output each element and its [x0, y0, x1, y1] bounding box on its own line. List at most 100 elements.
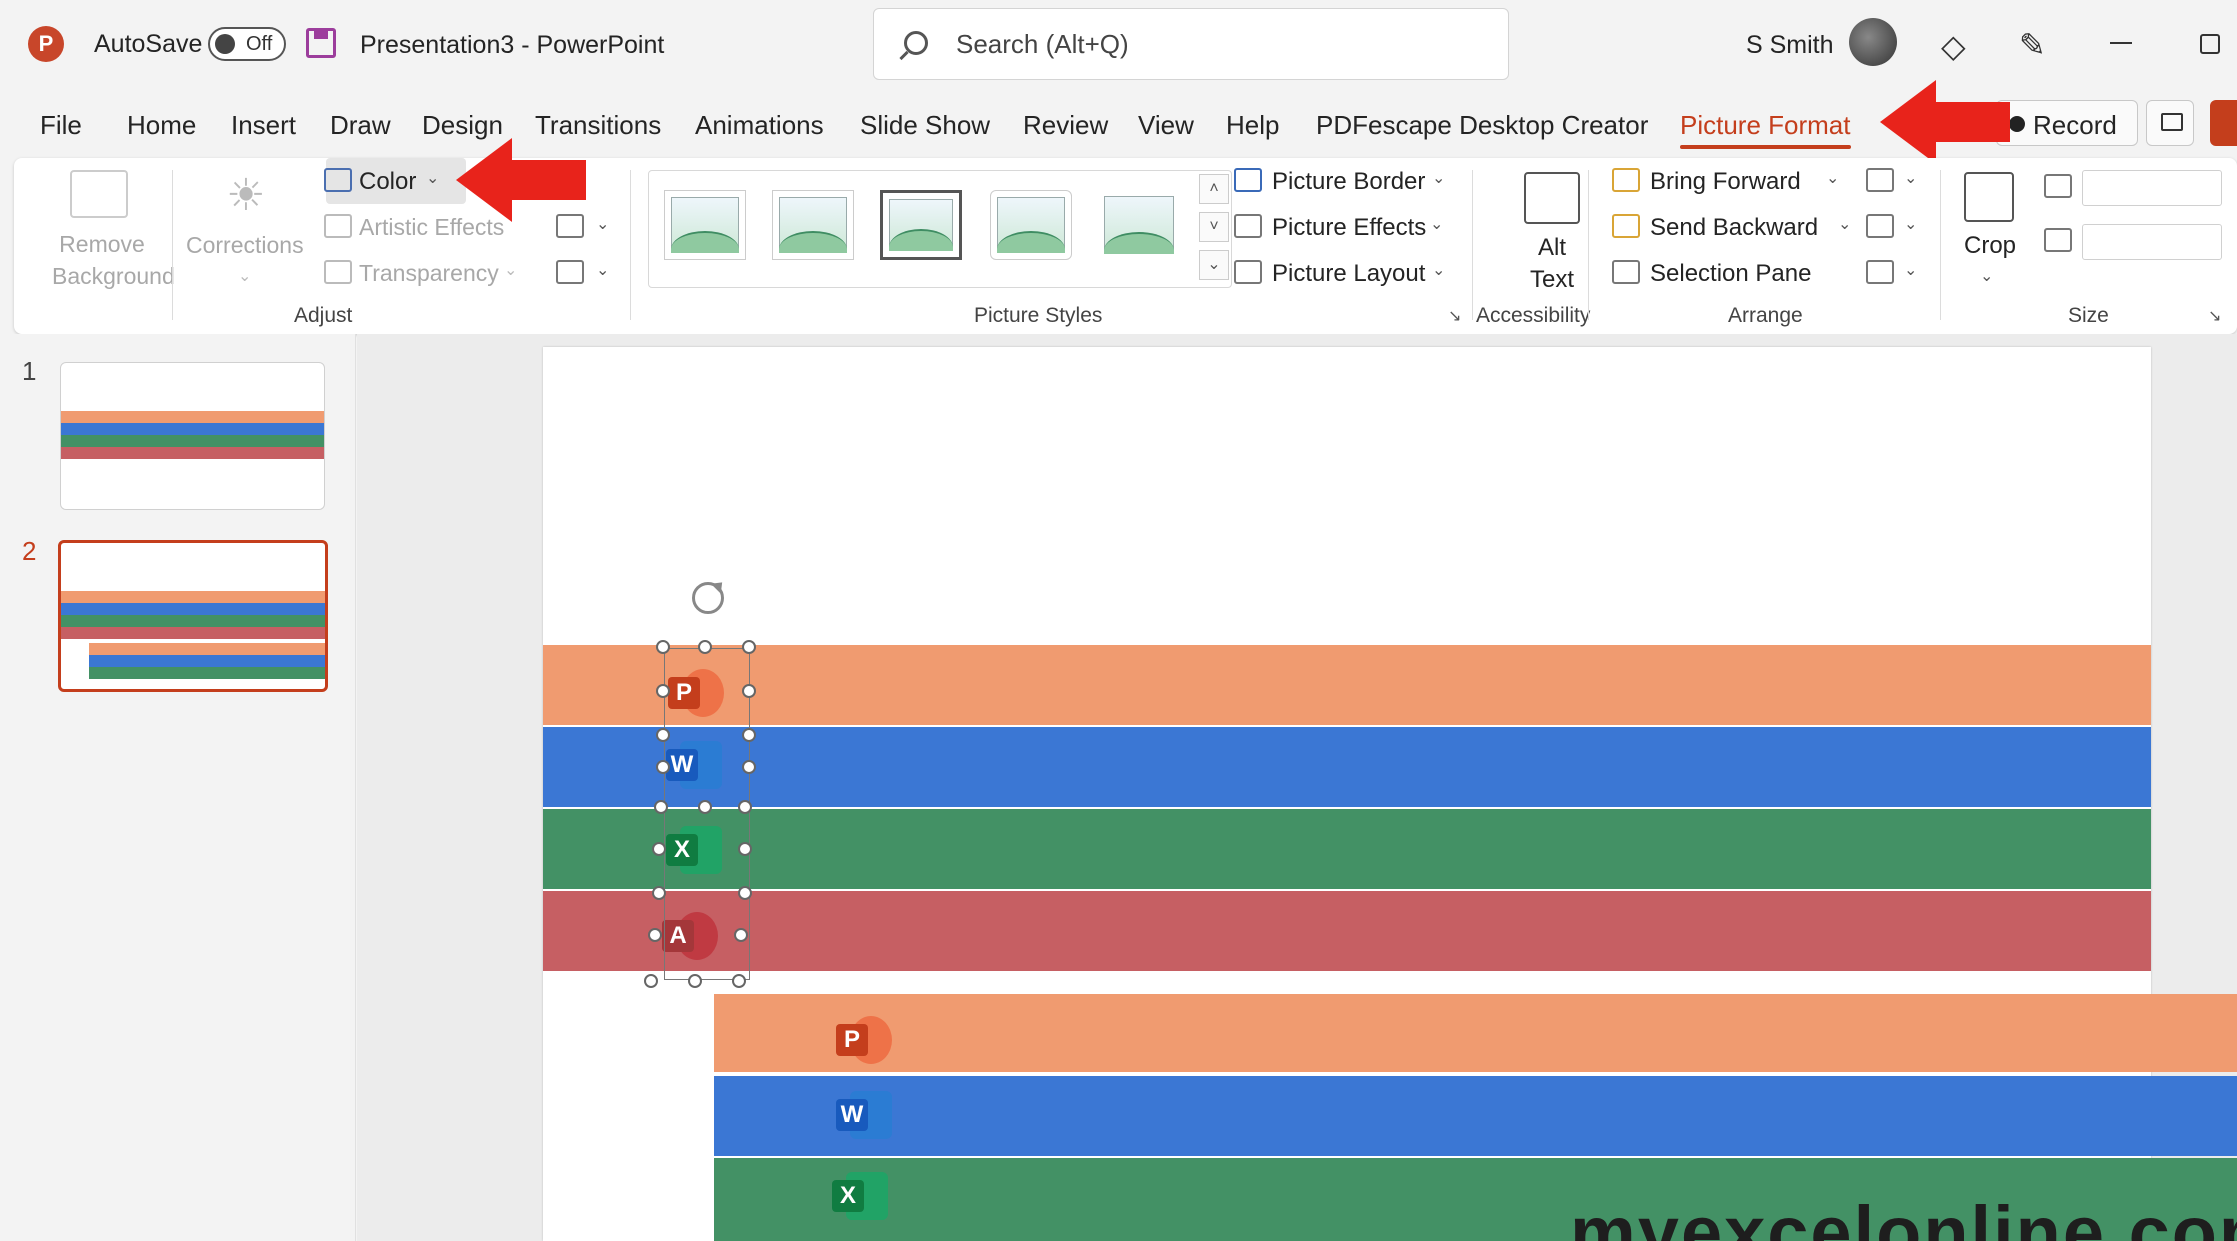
resize-handle[interactable] — [738, 800, 752, 814]
band-red[interactable] — [543, 891, 2151, 971]
chevron-down-icon: ⌄ — [426, 170, 440, 187]
height-field[interactable] — [2082, 170, 2222, 206]
transparency-button[interactable]: Transparency — [359, 260, 499, 287]
picture-style-1[interactable] — [664, 190, 746, 260]
tab-design[interactable]: Design — [422, 110, 503, 141]
resize-handle[interactable] — [738, 842, 752, 856]
send-backward-icon — [1612, 214, 1640, 238]
picture-style-4[interactable] — [990, 190, 1072, 260]
resize-handle[interactable] — [688, 974, 702, 988]
search-box[interactable]: Search (Alt+Q) — [873, 8, 1509, 80]
slide-thumbnail-2[interactable] — [58, 540, 328, 692]
minimize-icon[interactable] — [2110, 42, 2132, 44]
picture-style-3[interactable] — [880, 190, 962, 260]
resize-handle[interactable] — [654, 800, 668, 814]
excel-logo-copy[interactable]: X — [832, 1168, 888, 1224]
width-field[interactable] — [2082, 224, 2222, 260]
corrections-icon: ☀ — [226, 171, 266, 220]
powerpoint-logo-copy[interactable]: P — [836, 1012, 892, 1068]
crop-button[interactable]: Crop — [1964, 232, 2016, 260]
alt-text-icon — [1524, 172, 1580, 224]
slide-thumbnail-1[interactable] — [60, 362, 325, 510]
resize-handle[interactable] — [742, 760, 756, 774]
pen-icon[interactable]: ✎ — [2019, 26, 2046, 64]
bring-forward-button[interactable]: Bring Forward — [1650, 168, 1801, 196]
chevron-down-icon: ⌄ — [1838, 216, 1852, 233]
resize-handle[interactable] — [648, 928, 662, 942]
save-icon[interactable] — [306, 28, 336, 58]
tab-help[interactable]: Help — [1226, 110, 1279, 141]
gallery-more-icon[interactable]: ⌄ — [1199, 250, 1229, 280]
remove-background-button[interactable]: Remove Background — [52, 228, 175, 292]
resize-handle[interactable] — [698, 640, 712, 654]
group-icon[interactable] — [1866, 214, 1894, 238]
search-placeholder: Search (Alt+Q) — [956, 29, 1129, 59]
band-orange-copy[interactable] — [714, 994, 2237, 1072]
selection-pane-button[interactable]: Selection Pane — [1650, 260, 1811, 288]
tab-picture-format[interactable]: Picture Format — [1680, 110, 1851, 149]
comment-icon[interactable] — [2146, 100, 2194, 146]
change-picture-icon[interactable] — [556, 260, 584, 284]
resize-handle[interactable] — [644, 974, 658, 988]
gallery-up-icon[interactable]: ˄ — [1199, 174, 1229, 204]
picture-border-button[interactable]: Picture Border — [1272, 168, 1425, 196]
alt-text-button[interactable]: Alt Text — [1514, 232, 1590, 296]
resize-handle[interactable] — [656, 728, 670, 742]
resize-handle[interactable] — [652, 842, 666, 856]
picture-effects-button[interactable]: Picture Effects — [1272, 214, 1426, 242]
color-button[interactable]: Color — [359, 168, 416, 196]
tab-insert[interactable]: Insert — [231, 110, 296, 141]
picture-effects-icon — [1234, 214, 1262, 238]
document-title: Presentation3 - PowerPoint — [360, 31, 665, 59]
corrections-button[interactable]: Corrections — [186, 232, 304, 259]
dialog-launcher-icon[interactable]: ↘ — [2208, 306, 2221, 326]
share-icon[interactable] — [2210, 100, 2237, 146]
tab-slide-show[interactable]: Slide Show — [860, 110, 990, 141]
resize-handle[interactable] — [742, 728, 756, 742]
resize-handle[interactable] — [732, 974, 746, 988]
tab-file[interactable]: File — [40, 110, 82, 141]
record-button[interactable]: Record — [1996, 100, 2138, 146]
word-logo-copy[interactable]: W — [836, 1087, 892, 1143]
gallery-down-icon[interactable]: ˅ — [1199, 212, 1229, 242]
resize-handle[interactable] — [652, 886, 666, 900]
user-name[interactable]: S Smith — [1746, 31, 1834, 60]
rotate-icon[interactable] — [1866, 260, 1894, 284]
autosave-toggle[interactable]: Off — [208, 27, 286, 61]
band-green[interactable] — [543, 809, 2151, 889]
resize-handle[interactable] — [742, 640, 756, 654]
picture-style-5[interactable] — [1098, 190, 1180, 260]
rotate-handle-icon[interactable] — [692, 582, 724, 614]
band-blue[interactable] — [543, 727, 2151, 807]
tab-transitions[interactable]: Transitions — [535, 110, 661, 141]
tab-animations[interactable]: Animations — [695, 110, 824, 141]
avatar[interactable] — [1849, 18, 1897, 66]
picture-layout-icon — [1234, 260, 1262, 284]
resize-handle[interactable] — [738, 886, 752, 900]
resize-handle[interactable] — [656, 684, 670, 698]
ribbon: Remove Background ☀ Corrections ⌄ Color … — [14, 158, 2237, 334]
resize-handle[interactable] — [734, 928, 748, 942]
align-icon[interactable] — [1866, 168, 1894, 192]
picture-layout-button[interactable]: Picture Layout — [1272, 260, 1425, 288]
send-backward-button[interactable]: Send Backward — [1650, 214, 1818, 242]
band-orange[interactable] — [543, 645, 2151, 725]
tab-review[interactable]: Review — [1023, 110, 1108, 141]
resize-handle[interactable] — [742, 684, 756, 698]
tab-view[interactable]: View — [1138, 110, 1194, 141]
resize-handle[interactable] — [698, 800, 712, 814]
tab-draw[interactable]: Draw — [330, 110, 391, 141]
resize-handle[interactable] — [656, 640, 670, 654]
tab-home[interactable]: Home — [127, 110, 196, 141]
tab-pdfescape[interactable]: PDFescape Desktop Creator — [1316, 110, 1648, 141]
picture-style-2[interactable] — [772, 190, 854, 260]
chevron-down-icon: ⌄ — [238, 268, 252, 285]
diamond-icon[interactable]: ◇ — [1941, 27, 1966, 65]
dialog-launcher-icon[interactable]: ↘ — [1448, 306, 1461, 326]
chevron-down-icon: ⌄ — [1826, 170, 1840, 187]
app-icon: P — [28, 26, 64, 62]
resize-handle[interactable] — [656, 760, 670, 774]
band-blue-copy[interactable] — [714, 1076, 2237, 1156]
slide-number-1: 1 — [22, 356, 37, 386]
restore-icon[interactable] — [2200, 34, 2220, 54]
